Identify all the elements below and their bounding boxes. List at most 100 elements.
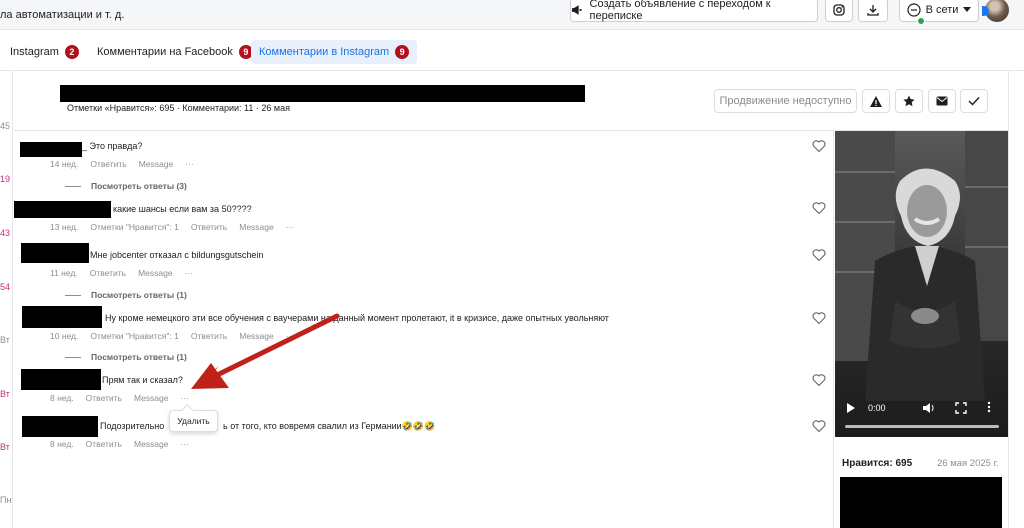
author-redacted <box>21 243 89 263</box>
list-item-count: 19 <box>0 174 11 184</box>
comment-text-start: Подозрительно <box>100 421 165 431</box>
comment-meta: 11 нед. Ответить Message ··· <box>50 268 193 278</box>
fullscreen-icon[interactable] <box>955 402 967 414</box>
view-replies-label: Посмотреть ответы (1) <box>91 290 187 300</box>
replies-dash <box>65 356 81 358</box>
comment-meta: 8 нед. Ответить Message ··· <box>50 439 189 449</box>
warning-icon <box>870 95 882 107</box>
play-icon[interactable] <box>847 403 855 413</box>
promote-button[interactable]: Продвижение недоступно <box>714 89 857 113</box>
post-title-redacted <box>60 85 585 102</box>
comment-time: 8 нед. <box>50 439 74 449</box>
volume-icon[interactable] <box>923 402 935 414</box>
tab-label: Комментарии в Instagram <box>259 46 390 58</box>
comment-meta: 13 нед. Отметки "Нравится": 1 Ответить M… <box>50 222 294 232</box>
like-heart-icon[interactable] <box>812 419 826 433</box>
view-replies[interactable]: Посмотреть ответы (1) <box>65 290 187 300</box>
reply-link[interactable]: Ответить <box>90 159 126 169</box>
like-heart-icon[interactable] <box>812 248 826 262</box>
list-item-day: Вт <box>0 389 10 399</box>
post-likes: Нравится: 695 <box>842 458 913 469</box>
tab-instagram-comments[interactable]: Комментарии в Instagram 9 <box>251 40 418 64</box>
video-controls: 0:00 <box>835 395 1009 437</box>
video-player[interactable]: 0:00 <box>835 131 1009 437</box>
top-bar: ла автоматизации и т. д. Создать объявле… <box>0 0 1024 30</box>
like-heart-icon[interactable] <box>812 139 826 153</box>
chevron-down-icon <box>963 7 972 12</box>
reply-link[interactable]: Ответить <box>90 268 126 278</box>
comment-text: какие шансы если вам за 50???? <box>113 204 252 214</box>
author-redacted <box>21 369 101 390</box>
post-date: 26 мая 2025 г. <box>937 458 999 469</box>
instagram-button[interactable] <box>825 0 853 22</box>
comment-text: Прям так и сказал? <box>102 375 183 385</box>
reply-link[interactable]: Ответить <box>191 222 227 232</box>
more-options-icon[interactable]: ··· <box>185 268 194 278</box>
scrollbar-area[interactable] <box>1008 71 1024 528</box>
avatar[interactable] <box>982 0 1009 22</box>
author-redacted <box>22 306 102 328</box>
mark-unread-button[interactable] <box>928 89 956 113</box>
list-item-day: Пн <box>0 495 12 505</box>
person-photo <box>865 168 985 401</box>
comment-text: Мне jobcenter отказал с bildungsgutschei… <box>90 250 264 260</box>
post-preview-panel: 0:00 Нравится: 695 26 мая 2025 г. <box>833 131 1009 528</box>
tab-facebook-comments[interactable]: Комментарии на Facebook 9 <box>89 40 261 64</box>
reply-link[interactable]: Ответить <box>86 439 122 449</box>
message-link[interactable]: Message <box>134 439 169 449</box>
more-options-icon[interactable]: ··· <box>185 159 194 169</box>
message-link[interactable]: Message <box>139 159 174 169</box>
comment-text: Ну кроме немецкого эти все обучения с ва… <box>105 313 609 323</box>
more-options-icon[interactable]: ··· <box>181 439 190 449</box>
list-item-count: 54 <box>0 282 11 292</box>
view-replies[interactable]: Посмотреть ответы (1) <box>65 352 187 362</box>
video-time: 0:00 <box>868 403 886 413</box>
video-progress-bar[interactable] <box>845 425 999 428</box>
favorite-button[interactable] <box>895 89 923 113</box>
report-button[interactable] <box>862 89 890 113</box>
author-redacted <box>22 416 98 437</box>
conversation-list-edge: 45 19 43 54 Вт Вт Вт Пн <box>0 71 13 528</box>
status-icon <box>906 3 925 25</box>
megaphone-icon <box>571 5 582 15</box>
status-label: В сети <box>925 4 959 16</box>
more-options-icon[interactable]: ··· <box>286 222 295 232</box>
replies-dash <box>65 294 81 296</box>
likes-count[interactable]: Отметки "Нравится": 1 <box>90 331 179 341</box>
export-button[interactable] <box>858 0 888 22</box>
tab-label: Instagram <box>10 46 59 58</box>
star-icon <box>903 95 915 107</box>
author-redacted <box>20 142 82 157</box>
author-redacted <box>14 201 111 218</box>
status-dropdown[interactable]: В сети <box>899 0 979 25</box>
delete-tooltip[interactable]: Удалить <box>169 410 218 432</box>
check-icon <box>968 97 980 106</box>
comment-time: 10 нед. <box>50 331 79 341</box>
mark-done-button[interactable] <box>960 89 988 113</box>
message-link[interactable]: Message <box>239 222 274 232</box>
message-link[interactable]: Message <box>134 393 169 403</box>
message-link[interactable]: Message <box>138 268 173 278</box>
comment-time: 8 нед. <box>50 393 74 403</box>
tab-badge: 2 <box>64 45 79 59</box>
comment-meta: 8 нед. Ответить Message ··· <box>50 393 189 403</box>
online-indicator <box>916 17 925 25</box>
delete-label: Удалить <box>177 416 210 426</box>
like-heart-icon[interactable] <box>812 373 826 387</box>
view-replies[interactable]: Посмотреть ответы (3) <box>65 181 187 191</box>
create-ad-label: Создать объявление с переходом к перепис… <box>589 0 771 22</box>
view-replies-label: Посмотреть ответы (1) <box>91 352 187 362</box>
download-icon <box>867 5 879 16</box>
reply-link[interactable]: Ответить <box>86 393 122 403</box>
view-replies-label: Посмотреть ответы (3) <box>91 181 187 191</box>
like-heart-icon[interactable] <box>812 201 826 215</box>
tab-instagram[interactable]: Instagram 2 <box>2 40 87 64</box>
replies-dash <box>65 185 81 187</box>
create-ad-button[interactable]: Создать объявление с переходом к перепис… <box>570 0 818 22</box>
likes-count[interactable]: Отметки "Нравится": 1 <box>90 222 179 232</box>
breadcrumb: ла автоматизации и т. д. <box>0 9 125 21</box>
comment-time: 14 нед. <box>50 159 79 169</box>
tab-label: Комментарии на Facebook <box>97 46 233 58</box>
like-heart-icon[interactable] <box>812 311 826 325</box>
more-vertical-icon[interactable] <box>987 401 991 413</box>
